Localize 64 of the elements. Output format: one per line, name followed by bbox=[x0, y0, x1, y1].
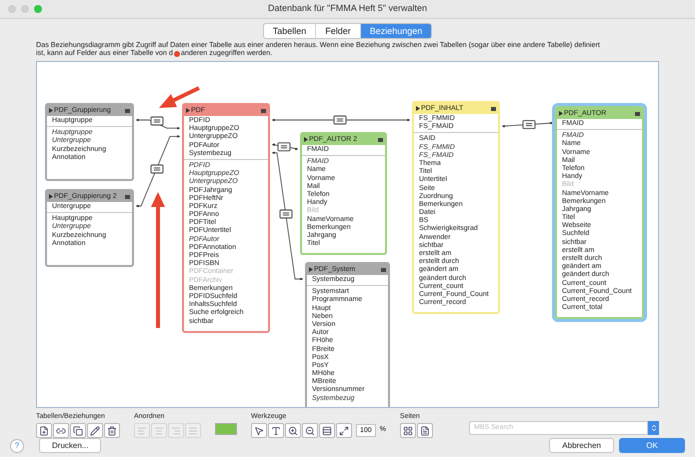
relationship-line[interactable] bbox=[136, 116, 180, 130]
rows-button[interactable] bbox=[319, 423, 335, 438]
color-swatch[interactable] bbox=[215, 422, 237, 434]
relationship-line[interactable] bbox=[272, 152, 304, 280]
copy-button[interactable] bbox=[70, 423, 86, 438]
align-justify-icon bbox=[188, 426, 198, 436]
trash-button[interactable] bbox=[104, 423, 120, 438]
tab[interactable]: Tabellen bbox=[264, 24, 316, 38]
add-table-icon bbox=[39, 426, 49, 436]
print-button[interactable]: Drucken... bbox=[39, 438, 102, 453]
help-button[interactable]: ? bbox=[10, 438, 24, 452]
fit-icon bbox=[339, 426, 349, 436]
window-title: Datenbank für "FMMA Heft 5" verwalten bbox=[268, 2, 427, 16]
page-icon bbox=[420, 426, 430, 436]
copy-icon bbox=[73, 426, 83, 436]
triangle-icon bbox=[559, 111, 563, 116]
text-tool-icon bbox=[271, 426, 281, 436]
zoom-out-button[interactable] bbox=[302, 423, 318, 438]
pointer-icon bbox=[254, 426, 264, 436]
zoom-in-button[interactable] bbox=[285, 423, 301, 438]
triangle-icon bbox=[49, 194, 53, 199]
pencil-icon bbox=[90, 426, 100, 436]
link-icon bbox=[56, 426, 66, 436]
triangle-icon bbox=[304, 137, 308, 142]
rows-icon bbox=[322, 426, 332, 436]
triangle-icon bbox=[49, 108, 53, 113]
collapse-icon[interactable] bbox=[381, 268, 386, 272]
align-right-icon bbox=[171, 426, 181, 436]
align-left-icon bbox=[137, 426, 147, 436]
align-center-icon bbox=[154, 426, 164, 436]
page-button[interactable] bbox=[416, 423, 433, 438]
zoom-out-icon bbox=[305, 426, 315, 436]
cancel-button[interactable]: Abbrechen bbox=[549, 438, 614, 453]
table-box[interactable] bbox=[555, 106, 644, 320]
collapse-icon[interactable] bbox=[378, 138, 383, 142]
add-table-button[interactable] bbox=[36, 423, 52, 438]
ok-button[interactable]: OK bbox=[619, 438, 685, 453]
trash-icon bbox=[107, 426, 117, 436]
collapse-icon[interactable] bbox=[491, 106, 496, 110]
collapse-icon[interactable] bbox=[125, 108, 130, 112]
triangle-icon bbox=[416, 106, 420, 111]
triangle-icon bbox=[186, 108, 190, 113]
grid-button[interactable] bbox=[400, 423, 416, 438]
pointer-button[interactable] bbox=[251, 423, 267, 438]
fit-button[interactable] bbox=[336, 423, 352, 438]
triangle-icon bbox=[309, 267, 313, 272]
collapse-icon[interactable] bbox=[125, 194, 130, 198]
dropdown-button[interactable] bbox=[648, 420, 659, 434]
collapse-icon[interactable] bbox=[261, 108, 266, 112]
relationship-line[interactable] bbox=[502, 120, 554, 130]
tab[interactable]: Beziehungen bbox=[360, 24, 432, 38]
link-button[interactable] bbox=[53, 423, 69, 438]
collapse-icon[interactable] bbox=[635, 112, 640, 116]
table-box[interactable] bbox=[182, 103, 270, 333]
relationship-line[interactable] bbox=[272, 116, 410, 124]
grid-icon bbox=[402, 426, 413, 436]
relationship-canvas[interactable] bbox=[37, 62, 658, 406]
pencil-button[interactable] bbox=[87, 423, 103, 438]
relationship-line[interactable] bbox=[272, 142, 298, 152]
arrow bbox=[159, 86, 200, 108]
zoom-in-icon bbox=[288, 426, 298, 436]
text-tool-button[interactable] bbox=[268, 423, 284, 438]
chevron-icon bbox=[650, 424, 658, 432]
relationship-line[interactable] bbox=[136, 135, 180, 208]
